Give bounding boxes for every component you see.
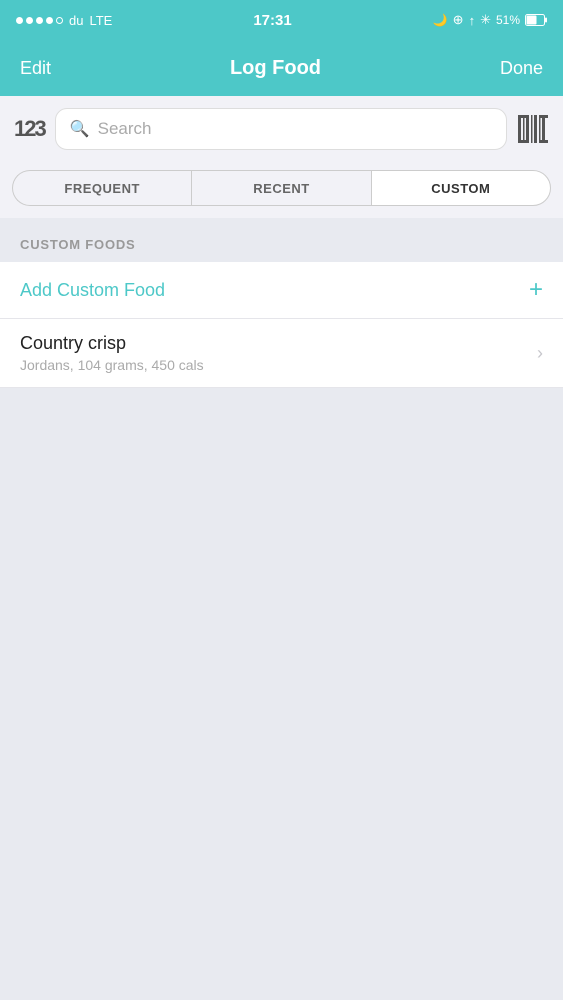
edit-button[interactable]: Edit [20, 58, 51, 79]
signal-dot-1 [16, 17, 23, 24]
section-label: CUSTOM FOODS [20, 237, 136, 252]
segmented-control: FREQUENT RECENT CUSTOM [0, 162, 563, 218]
empty-area [0, 388, 563, 848]
search-input[interactable]: Search [98, 119, 492, 139]
status-left: du LTE [16, 13, 112, 28]
network-label: LTE [89, 13, 112, 28]
done-button[interactable]: Done [500, 58, 543, 79]
add-custom-food-label: Add Custom Food [20, 280, 165, 301]
page-title: Log Food [230, 57, 321, 80]
signal-dot-2 [26, 17, 33, 24]
barcode-button[interactable] [517, 113, 549, 145]
carrier-label: du [69, 13, 83, 28]
add-icon: + [529, 276, 543, 304]
food-details: Jordans, 104 grams, 450 cals [20, 357, 527, 373]
barcode-icon [517, 113, 549, 145]
food-item-row[interactable]: Country crisp Jordans, 104 grams, 450 ca… [0, 319, 563, 388]
food-name: Country crisp [20, 333, 527, 354]
arrow-icon: ↑ [469, 13, 476, 28]
food-info: Country crisp Jordans, 104 grams, 450 ca… [20, 333, 527, 373]
tab-recent[interactable]: RECENT [191, 170, 370, 206]
bluetooth-icon: ✳ [480, 12, 491, 28]
signal-dot-3 [36, 17, 43, 24]
food-list: Add Custom Food + Country crisp Jordans,… [0, 262, 563, 388]
battery-label: 51% [496, 13, 520, 27]
tab-custom[interactable]: CUSTOM [371, 170, 551, 206]
location-icon: ⊕ [453, 12, 464, 28]
status-right: 🌙 ⊕ ↑ ✳ 51% [433, 12, 547, 28]
search-icon: 🔍 [70, 119, 90, 139]
search-bar[interactable]: 🔍 Search [55, 108, 507, 150]
battery-icon [525, 14, 547, 26]
numeric-keyboard-button[interactable]: 123 [14, 116, 45, 142]
signal-dot-4 [46, 17, 53, 24]
signal-dot-5 [56, 17, 63, 24]
moon-icon: 🌙 [433, 13, 448, 27]
tab-frequent[interactable]: FREQUENT [12, 170, 191, 206]
time-label: 17:31 [253, 12, 291, 29]
section-header: CUSTOM FOODS [0, 218, 563, 262]
signal-dots [16, 17, 63, 24]
search-row: 123 🔍 Search [0, 96, 563, 162]
add-custom-food-row[interactable]: Add Custom Food + [0, 262, 563, 319]
header: Edit Log Food Done [0, 40, 563, 96]
chevron-right-icon: › [537, 343, 543, 364]
status-bar: du LTE 17:31 🌙 ⊕ ↑ ✳ 51% [0, 0, 563, 40]
